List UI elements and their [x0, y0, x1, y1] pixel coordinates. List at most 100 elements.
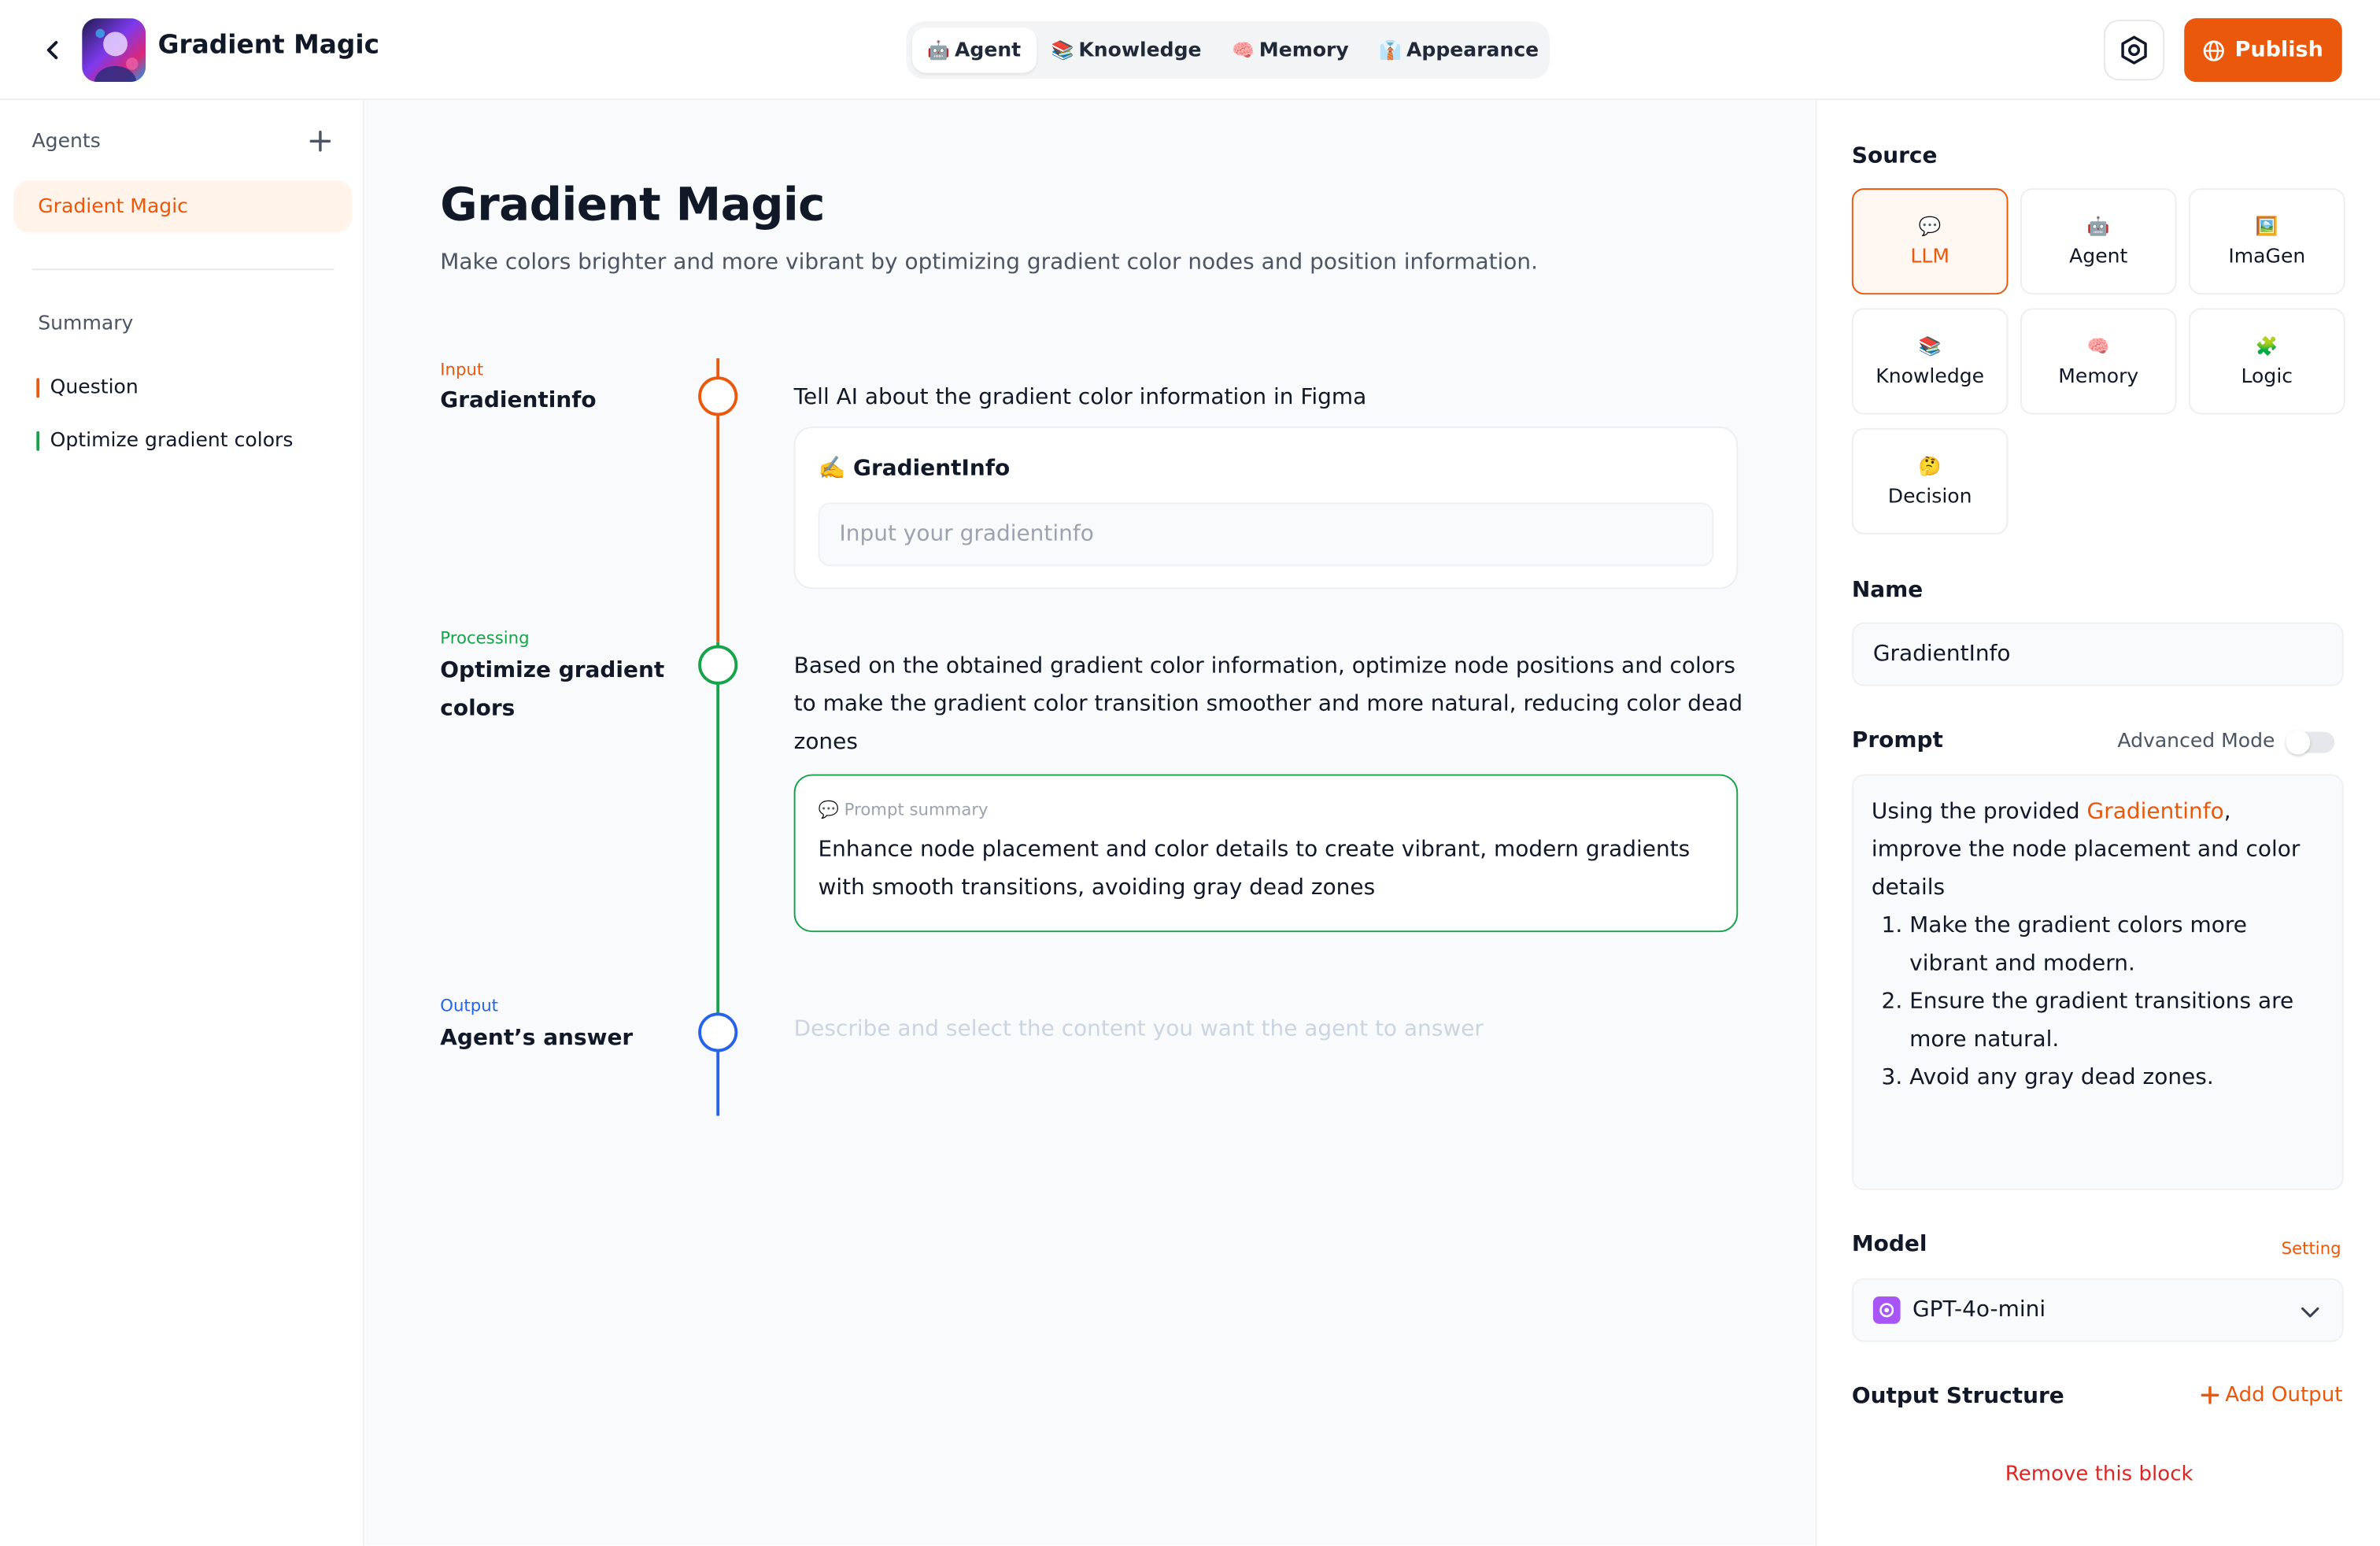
summary-item-label: Optimize gradient colors — [50, 429, 294, 453]
source-label: Source — [1851, 144, 1938, 169]
source-llm[interactable]: 💬 LLM — [1851, 188, 2009, 295]
robot-icon: 🤖 — [2086, 214, 2110, 236]
timeline-node-processing[interactable] — [698, 645, 738, 685]
advanced-mode-toggle[interactable] — [2286, 730, 2335, 755]
prompt-text: Using the provided — [1871, 800, 2087, 825]
output-structure-label: Output Structure — [1851, 1384, 2064, 1409]
step-name-processing: Optimize gradient colors — [440, 658, 665, 722]
source-label-text: Decision — [1887, 485, 1972, 509]
globe-icon — [2204, 39, 2225, 61]
model-setting-link[interactable]: Setting — [2282, 1239, 2341, 1259]
input-card-label: ✍️ GradientInfo — [818, 457, 1011, 482]
step-text-processing: Based on the obtained gradient color inf… — [793, 654, 1743, 755]
prompt-intro: Using the provided Gradientinfo, improve… — [1872, 794, 2324, 908]
plus-icon — [309, 131, 331, 152]
prompt-label: Prompt — [1851, 728, 1943, 753]
toggle-knob — [2286, 730, 2311, 755]
thinking-face-icon: 🤔 — [1918, 454, 1942, 476]
prompt-list: Make the gradient colors more vibrant an… — [1872, 908, 2324, 1097]
source-memory[interactable]: 🧠 Memory — [2020, 308, 2177, 415]
sidebar-item-gradient-magic[interactable]: Gradient Magic — [13, 180, 353, 233]
source-decision[interactable]: 🤔 Decision — [1851, 427, 2009, 534]
source-label-text: Memory — [2058, 364, 2139, 388]
remove-block-button[interactable]: Remove this block — [1816, 1462, 2380, 1486]
timeline-line-processing — [716, 642, 720, 1016]
source-logic[interactable]: 🧩 Logic — [2188, 308, 2345, 415]
output-description-input[interactable]: Describe and select the content you want… — [794, 1017, 1484, 1041]
chevron-down-icon — [2301, 1307, 2319, 1318]
page-title: Gradient Magic — [440, 179, 825, 233]
tab-label: Agent — [954, 39, 1022, 62]
add-output-label: Add Output — [2225, 1382, 2343, 1407]
source-label-text: Agent — [2069, 245, 2128, 268]
sidebar-divider — [31, 268, 334, 271]
step-tag-input: Input — [440, 360, 484, 380]
summary-section-label: Summary — [38, 313, 134, 336]
source-imagen[interactable]: 🖼️ ImaGen — [2188, 188, 2345, 295]
puzzle-icon: 🧩 — [2255, 335, 2278, 357]
brain-icon: 🧠 — [1232, 39, 1255, 61]
add-agent-button[interactable] — [307, 128, 334, 155]
step-text-input: Tell AI about the gradient color informa… — [793, 385, 1367, 410]
timeline-node-output[interactable] — [698, 1012, 738, 1052]
prompt-editor[interactable]: Using the provided Gradientinfo, improve… — [1851, 774, 2344, 1190]
prompt-variable-highlight[interactable]: Gradientinfo — [2087, 800, 2224, 824]
robot-icon: 🤖 — [927, 39, 951, 61]
agent-avatar — [82, 18, 146, 83]
gradientinfo-input[interactable]: Input your gradientinfo — [818, 502, 1714, 567]
step-name-input: Gradientinfo — [440, 388, 597, 413]
app-root: Gradient Magic 🤖 Agent 📚 Knowledge 🧠 Mem… — [0, 0, 2380, 1546]
model-select[interactable]: GPT-4o-mini — [1851, 1278, 2344, 1342]
plus-icon — [2201, 1385, 2219, 1404]
prompt-summary-text: Enhance node placement and color details… — [818, 838, 1691, 901]
tab-knowledge[interactable]: 📚 Knowledge — [1036, 28, 1216, 73]
source-agent[interactable]: 🤖 Agent — [2020, 188, 2177, 295]
summary-item-optimize[interactable]: Optimize gradient colors — [36, 430, 293, 453]
page-description: Make colors brighter and more vibrant by… — [440, 250, 1539, 276]
summary-color-bar — [36, 431, 40, 451]
top-tabs: 🤖 Agent 📚 Knowledge 🧠 Memory 👔 Appearanc… — [906, 20, 1550, 80]
agents-section-label: Agents — [31, 130, 101, 153]
tab-appearance[interactable]: 👔 Appearance — [1364, 28, 1554, 73]
model-value: GPT-4o-mini — [1912, 1297, 2046, 1322]
left-sidebar: Agents Gradient Magic Summary Question O… — [0, 100, 364, 1546]
settings-button[interactable] — [2103, 20, 2165, 81]
advanced-mode-label: Advanced Mode — [2117, 730, 2275, 753]
source-label-text: Knowledge — [1876, 364, 1985, 388]
model-label: Model — [1851, 1232, 1927, 1257]
top-header: Gradient Magic 🤖 Agent 📚 Knowledge 🧠 Mem… — [0, 0, 2380, 101]
tab-memory[interactable]: 🧠 Memory — [1217, 28, 1364, 73]
name-input[interactable]: GradientInfo — [1851, 622, 2344, 686]
name-label: Name — [1851, 578, 1924, 603]
prompt-summary-card[interactable]: 💬 Prompt summary Enhance node placement … — [793, 774, 1739, 933]
summary-color-bar — [36, 378, 40, 398]
tab-agent[interactable]: 🤖 Agent — [912, 27, 1037, 73]
chevron-left-icon — [46, 41, 58, 60]
openai-icon — [1872, 1296, 1901, 1324]
summary-item-label: Question — [50, 376, 139, 400]
add-output-button[interactable]: Add Output — [2201, 1383, 2342, 1407]
hexagon-gear-icon — [2121, 35, 2147, 65]
tab-label: Appearance — [1406, 39, 1539, 62]
step-tag-processing: Processing — [440, 628, 530, 649]
books-icon: 📚 — [1918, 335, 1942, 357]
source-knowledge[interactable]: 📚 Knowledge — [1851, 308, 2009, 415]
main-canvas: Gradient Magic Make colors brighter and … — [365, 100, 1814, 1546]
prompt-list-item: Avoid any gray dead zones. — [1909, 1060, 2323, 1097]
prompt-summary-label: 💬 Prompt summary — [818, 800, 989, 820]
timeline-node-input[interactable] — [698, 376, 738, 416]
source-label-text: ImaGen — [2228, 245, 2306, 268]
step-name-output: Agent’s answer — [440, 1026, 634, 1051]
source-label-text: LLM — [1910, 245, 1949, 268]
right-panel: Source 💬 LLM 🤖 Agent 🖼️ ImaGen 📚 Knowled… — [1815, 100, 2380, 1546]
back-button[interactable] — [36, 33, 69, 66]
shirt-icon: 👔 — [1379, 39, 1402, 61]
publish-button[interactable]: Publish — [2184, 18, 2342, 83]
picture-icon: 🖼️ — [2255, 214, 2278, 236]
prompt-list-item: Make the gradient colors more vibrant an… — [1909, 908, 2323, 983]
publish-label: Publish — [2234, 38, 2323, 63]
summary-item-question[interactable]: Question — [36, 376, 139, 399]
books-icon: 📚 — [1051, 39, 1074, 61]
tab-label: Knowledge — [1078, 39, 1202, 62]
prompt-list-item: Ensure the gradient transitions are more… — [1909, 984, 2323, 1060]
